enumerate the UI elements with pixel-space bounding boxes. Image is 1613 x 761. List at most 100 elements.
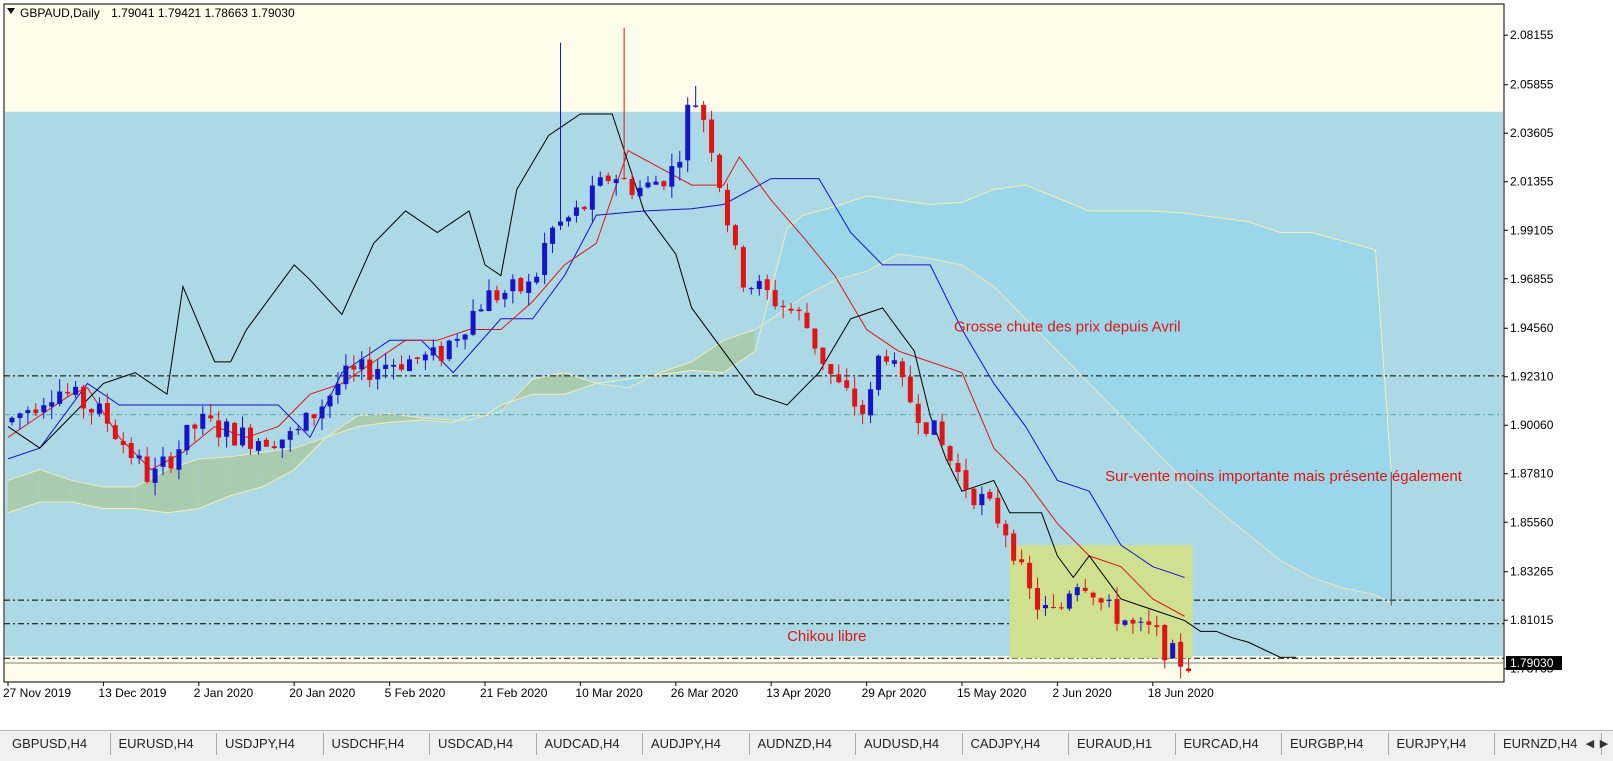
candle-body: [772, 290, 778, 307]
candle-body: [836, 374, 842, 383]
x-tick-label: 18 Jun 2020: [1148, 686, 1214, 700]
tab-audjpy-h4[interactable]: AUDJPY,H4: [643, 733, 750, 755]
cloud-segment: [1343, 241, 1376, 595]
candle-body: [1106, 599, 1112, 602]
tab-usdjpy-h4[interactable]: USDJPY,H4: [217, 733, 324, 755]
candle-body: [41, 405, 47, 413]
candle-body: [669, 166, 675, 187]
candle-body: [1011, 533, 1017, 561]
ohlc-label: 1.79041 1.79421 1.78663 1.79030: [111, 6, 295, 20]
annotation-text: Grosse chute des prix depuis Avril: [954, 319, 1181, 336]
candle-body: [780, 305, 786, 308]
candle-body: [1138, 621, 1144, 623]
candle-body: [247, 427, 253, 449]
tab-gbpusd-h4[interactable]: GBPUSD,H4: [4, 733, 111, 755]
candle-body: [454, 338, 460, 341]
candle-body: [1058, 607, 1064, 609]
x-tick-label: 2 Jun 2020: [1052, 686, 1112, 700]
candle-body: [502, 292, 508, 300]
tab-eurcad-h4[interactable]: EURCAD,H4: [1176, 733, 1282, 755]
candle-body: [176, 449, 182, 470]
candle-body: [367, 359, 373, 381]
svg-text:GBPAUD,Daily 1.79041 1.7: GBPAUD,Daily 1.79041 1.79421 1.78663 1.7…: [20, 6, 295, 20]
candle-body: [788, 308, 794, 311]
cloud-segment: [1089, 210, 1121, 416]
cloud-segment: [930, 202, 962, 265]
tab-scroll-left-icon[interactable]: ◀: [1583, 733, 1597, 755]
candle-body: [645, 182, 651, 188]
candle-body: [112, 425, 118, 440]
tab-cadjpy-h4[interactable]: CADJPY,H4: [963, 733, 1069, 755]
cloud-segment: [1152, 210, 1185, 481]
candle-body: [812, 328, 818, 349]
candle-body: [899, 361, 905, 378]
tab-usdchf-h4[interactable]: USDCHF,H4: [324, 733, 430, 755]
candle-body: [25, 410, 31, 414]
tab-usdcad-h4[interactable]: USDCAD,H4: [430, 733, 537, 755]
tab-eurjpy-h4[interactable]: EURJPY,H4: [1389, 733, 1495, 755]
candle-body: [534, 276, 540, 283]
y-tick-label: 1.90060: [1510, 418, 1554, 432]
cloud-segment: [103, 486, 136, 509]
symbol-label: GBPAUD,Daily: [20, 6, 100, 20]
candle-body: [621, 177, 627, 179]
candle-body: [613, 179, 619, 183]
candle-body: [1050, 606, 1056, 608]
candle-body: [168, 456, 174, 469]
cloud-segment: [898, 200, 931, 259]
candle-body: [128, 443, 134, 459]
candle-body: [987, 491, 993, 499]
candle-body: [1042, 605, 1048, 609]
candle-body: [240, 427, 246, 446]
candle-body: [732, 225, 738, 246]
candle-body: [104, 403, 110, 424]
tab-audcad-h4[interactable]: AUDCAD,H4: [537, 733, 643, 755]
candle-body: [748, 288, 754, 290]
candle-body: [550, 227, 556, 244]
candle-body: [1170, 643, 1176, 659]
x-tick-label: 10 Mar 2020: [575, 686, 643, 700]
tab-audusd-h4[interactable]: AUDUSD,H4: [856, 733, 963, 755]
candle-body: [939, 421, 945, 446]
candle-body: [764, 279, 770, 291]
candle-body: [263, 439, 269, 447]
candle-body: [184, 424, 190, 451]
tab-euraud-h1[interactable]: EURAUD,H1: [1069, 733, 1176, 755]
tab-eurusd-h4[interactable]: EURUSD,H4: [111, 733, 217, 755]
annotation-text: Chikou libre: [787, 628, 866, 645]
tab-audnzd-h4[interactable]: AUDNZD,H4: [750, 733, 856, 755]
candle-body: [1178, 641, 1184, 667]
y-tick-label: 1.94560: [1510, 321, 1554, 335]
cloud-segment: [787, 215, 803, 308]
candle-body: [828, 364, 834, 375]
candle-body: [327, 395, 333, 407]
candle-body: [860, 404, 866, 414]
y-tick-label: 1.87810: [1510, 467, 1554, 481]
price-chart[interactable]: Grosse chute des prix depuis Avril Sur-ve…: [0, 0, 1613, 730]
x-tick-label: 21 Feb 2020: [480, 686, 548, 700]
candle-body: [65, 391, 71, 394]
candle-body: [152, 468, 158, 483]
candle-body: [979, 493, 985, 506]
candle-body: [470, 310, 476, 335]
candle-body: [915, 403, 921, 423]
annotation-text: Sur-vente moins importante mais présente…: [1105, 468, 1463, 485]
candle-body: [192, 424, 198, 429]
candle-body: [414, 357, 420, 359]
y-tick-label: 1.99105: [1510, 223, 1554, 237]
y-tick-label: 2.08155: [1510, 28, 1554, 42]
candle-body: [852, 388, 858, 407]
cloud-segment: [1248, 221, 1280, 561]
candle-body: [462, 334, 468, 340]
candle-body: [1154, 625, 1160, 628]
candle-body: [907, 376, 913, 403]
tab-scroll-right-icon[interactable]: ▶: [1597, 733, 1611, 755]
candle-body: [406, 359, 412, 372]
tab-eurgbp-h4[interactable]: EURGBP,H4: [1282, 733, 1389, 755]
candle-body: [685, 104, 691, 161]
candle-body: [1019, 559, 1025, 563]
candle-body: [923, 422, 929, 434]
candle-body: [796, 309, 802, 312]
candle-body: [319, 406, 325, 419]
current-price-label: 1.79030: [1510, 656, 1554, 670]
